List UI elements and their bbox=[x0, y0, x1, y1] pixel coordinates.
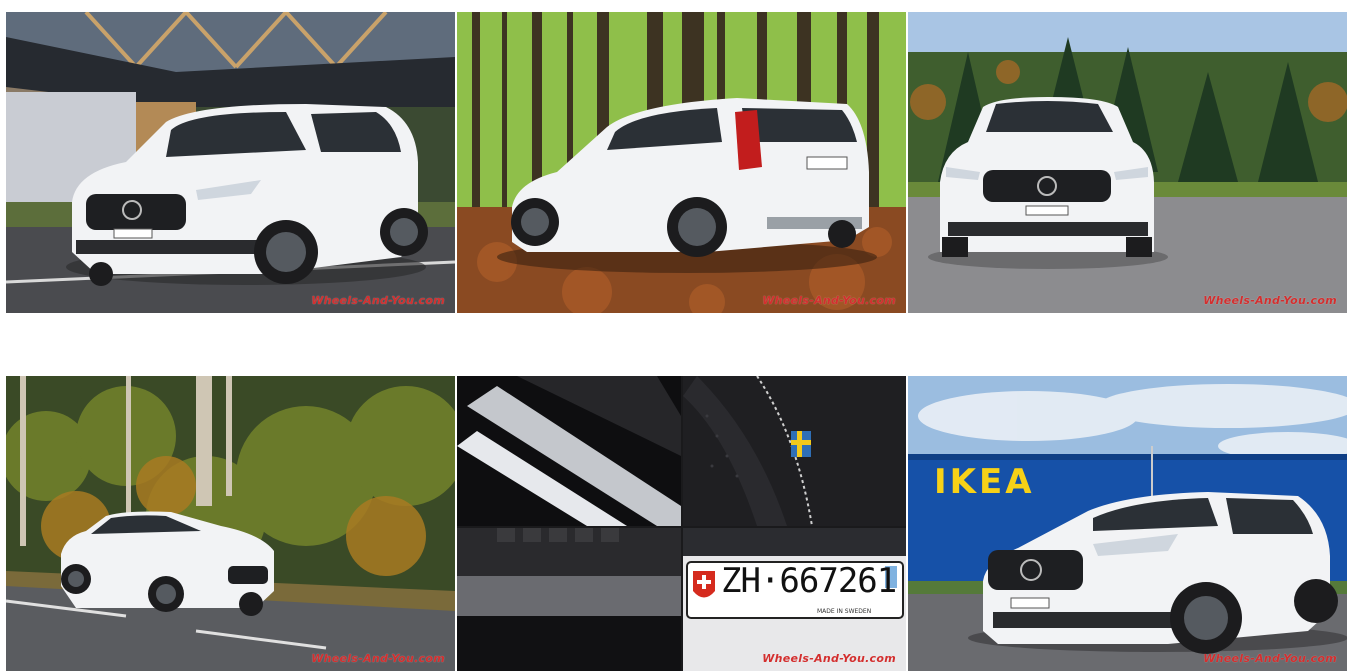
gallery-photo-2[interactable]: Wheels-And-You.com bbox=[457, 12, 906, 313]
store-sign-text: IKEA bbox=[934, 462, 1035, 502]
watermark-text: Wheels-And-You.com bbox=[311, 294, 445, 307]
gallery-photo-3[interactable]: Wheels-And-You.com bbox=[908, 12, 1347, 313]
gallery-photo-4[interactable]: Wheels-And-You.com bbox=[6, 376, 455, 671]
gallery-photo-5[interactable]: ZH·667261 MADE IN SWEDEN Wheels-And-You.… bbox=[457, 376, 906, 671]
photo-6-image bbox=[908, 376, 1347, 671]
watermark-text: Wheels-And-You.com bbox=[1203, 294, 1337, 307]
photo-3-image bbox=[908, 12, 1347, 313]
gallery-photo-1[interactable]: Wheels-And-You.com bbox=[6, 12, 455, 313]
swedish-flag-icon bbox=[791, 431, 811, 457]
photo-4-image bbox=[6, 376, 455, 671]
gallery-photo-6[interactable]: IKEA Wheels-And-You.com bbox=[908, 376, 1347, 671]
watermark-text: Wheels-And-You.com bbox=[762, 294, 896, 307]
plate-small-text: MADE IN SWEDEN bbox=[817, 608, 872, 615]
photo-1-image bbox=[6, 12, 455, 313]
license-plate-text: ZH·667261 bbox=[721, 561, 897, 601]
photo-5-image bbox=[457, 376, 906, 671]
watermark-text: Wheels-And-You.com bbox=[762, 652, 896, 665]
photo-2-image bbox=[457, 12, 906, 313]
photo-gallery: Wheels-And-You.com Wheels-And-You.com Wh… bbox=[0, 0, 1347, 671]
watermark-text: Wheels-And-You.com bbox=[1203, 652, 1337, 665]
swiss-cross-icon bbox=[693, 571, 715, 598]
watermark-text: Wheels-And-You.com bbox=[311, 652, 445, 665]
